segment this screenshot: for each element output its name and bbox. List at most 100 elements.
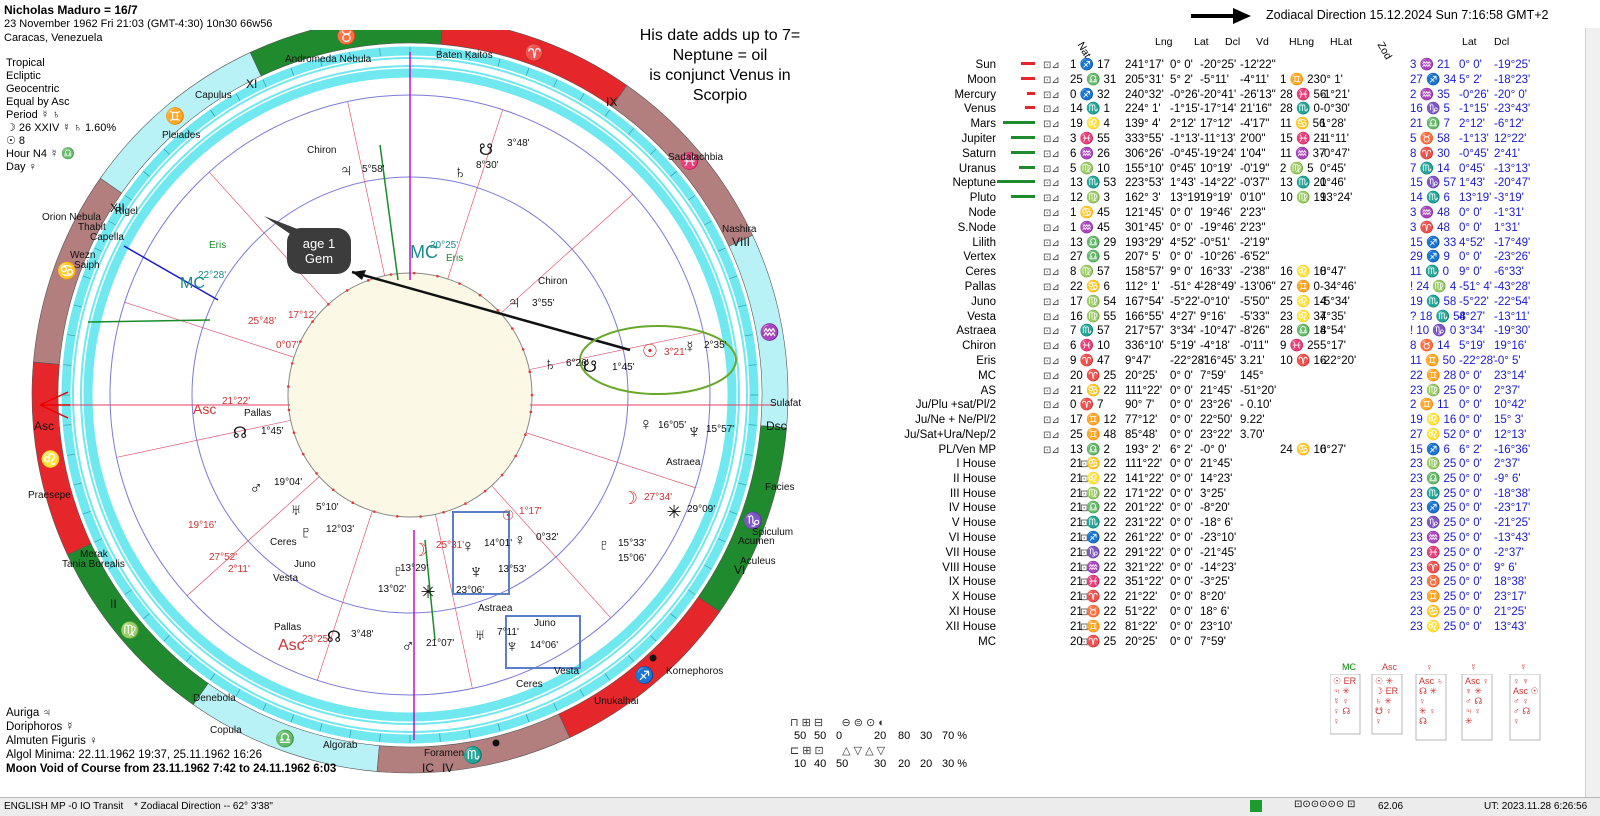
cell-nat: 13 ♎ 29 [1070,236,1117,249]
bottom-info: Auriga ♃ Doriphoros ☿ Almuten Figuris ♀ … [6,706,336,776]
house-row[interactable]: IV House ⊡ 21 ♎ 22 201°22' 0° 0' -8°20' 23 ♐ 2… [900,501,1600,516]
house-row[interactable]: V House ⊡ 21 ♏ 22 231°22' 0° 0' -18° 6' 23 ♑ 2… [900,516,1600,531]
planet-row[interactable]: Neptune ⊡⊿ 13 ♏ 53 223°53' 1°43' -14°22' -0'37… [900,176,1600,191]
planet-row[interactable]: Vertex ⊡⊿ 27 ♎ 5 207° 5' 0° 0' -10°26' -6'52" 2… [900,250,1600,265]
cell-zod: 23 ♒ 25 [1410,532,1457,544]
cell-zod: 7 ♏ 14 [1410,162,1450,175]
planet-row[interactable]: Ju/Plu +sat/Pl/2 ⊡⊿ 0 ♈ 7 90° 7' 0° 0' 23°26'… [900,398,1600,413]
table-header: Zod [1374,40,1395,62]
black-dot [492,739,500,747]
planet-row[interactable]: Uranus ⊡⊿ 5 ♍ 10 155°10' 0°45' 10°19' -0'19" 2 … [900,162,1600,177]
planet-row[interactable]: Eris ⊡⊿ 9 ♈ 47 9°47' -22°28' -16°45' 3.21' 10 ♈… [900,354,1600,369]
planet-row[interactable]: Mars ⊡⊿ 19 ♌ 4 139° 4' 2°12' 17°12' -4'17" 11 ♋… [900,117,1600,132]
row-name: Jupiter [961,133,996,145]
cell-dcl: -21°45' [1200,546,1237,559]
cell-lat: 0° 0' [1170,591,1193,604]
planet-row[interactable]: Juno ⊡⊿ 17 ♍ 54 167°54' -5°22' -0°10' -5'50" 25… [900,295,1600,310]
planet-glyph: ☊ [327,629,341,646]
cell-zod: 27 ♌ 52 [1410,429,1457,441]
planet-row[interactable]: Vesta ⊡⊿ 16 ♍ 55 166°55' 4°27' 9°16' -5'33" 23 … [900,310,1600,325]
degree-label: 14°06' [530,640,558,651]
table-header: Lat [1194,36,1209,48]
planet-glyph: ☽ [412,540,428,560]
cell-dcl: -8°20' [1200,502,1230,515]
cell-vd: -2'19" [1240,236,1270,249]
cell-zdcl: 10°42' [1494,399,1527,412]
planet-row[interactable]: Ju/Ne + Ne/Pl/2 ⊡⊿ 17 ♊ 12 77°12' 0° 0' 22°50… [900,413,1600,428]
house-row[interactable]: II House ⊡ 21 ♌ 22 141°22' 0° 0' 14°23' 23 ♎ 2… [900,472,1600,487]
planet-row[interactable]: Mercury ⊡⊿ 0 ♐ 32 240°32' -0°26' -20°41' -26'1… [900,88,1600,103]
stats-table: ⊓ ⊞ ⊟ ⊖ ⊜ ⊙ ◐ 50 50 0 20 80 30 70 % ⊏ ⊞ ⊡ △ ▽ … [790,716,967,772]
planet-glyph: ♀ [461,536,475,556]
house-row[interactable]: MC ⊡ 20 ♈ 25 20°25' 0° 0' 7°59' [900,635,1600,650]
status-toolbar-icons[interactable]: ⊡⊙⊙⊙⊙⊙ ⊡ [1294,799,1355,810]
cell-hlng: 2 ♍ 5 [1280,162,1314,175]
planet-row[interactable]: Node ⊡⊿ 1 ♋ 45 121°45' 0° 0' 19°46' 2'23" 3 ♒ 4… [900,206,1600,221]
cell-zlat: -1°13' [1459,133,1489,145]
info-line: Auriga ♃ [6,707,52,719]
degree-label: 27°52' [209,552,237,563]
planet-row[interactable]: Jupiter ⊡⊿ 3 ♓ 55 333°55' -1°13' -11°13' 2'00"… [900,132,1600,147]
cell-vd: 3.21' [1240,355,1265,367]
planet-row[interactable]: Sun ⊡⊿ 1 ♐ 17 241°17' 0° 0' -20°25' -12'22" 3 ♒… [900,58,1600,73]
house-row[interactable]: X House ⊡ 21 ♈ 22 21°22' 0° 0' 8°20' 23 ♊ 25 0°… [900,590,1600,605]
planet-row[interactable]: AS ⊡⊿ 21 ♋ 22 111°22' 0° 0' 21°45' -51°20' 23 ♍… [900,384,1600,399]
status-bar: ENGLISH MP -0 IO Transit * Zodiacal Dire… [0,797,1600,816]
chart-wheel[interactable]: ♈♓♒♑♐♏♎♍♌♋♊♉Baten KaitosAndromeda Nebula… [0,30,900,800]
planet-row[interactable]: PL/Ven MP ⊡⊿ 13 ♎ 2 193° 2' 6° 2' -0° 0' 24 ♋ … [900,443,1600,458]
table-header: HLng [1289,36,1315,48]
planet-row[interactable]: S.Node ⊡⊿ 1 ♒ 45 301°45' 0° 0' -19°46' 2'23" 3 … [900,221,1600,236]
inner-marker [351,501,355,505]
cell-vd: 2'00" [1240,133,1266,145]
planet-row[interactable]: Chiron ⊡⊿ 6 ♓ 10 336°10' 5°19' -4°18' -0'11" 9 … [900,339,1600,354]
inner-marker [511,327,514,330]
cell-zdcl: 21°25' [1494,606,1527,618]
cell-lat: 0° 0' [1170,502,1193,515]
cell-zdcl: -23°26' [1494,251,1531,264]
planet-row[interactable]: Ceres ⊡⊿ 8 ♍ 57 158°57' 9° 0' 16°33' -2'38" 16 … [900,265,1600,280]
degree-label: 13°02' [378,584,406,595]
cell-zlat: -0°26' [1459,88,1489,101]
house-row[interactable]: VII House ⊡ 21 ♑ 22 291°22' 0° 0' -21°45' 23 ♓… [900,546,1600,561]
aspect-box-icon: ⊡ [1080,577,1089,589]
planet-row[interactable]: Saturn ⊡⊿ 6 ♒ 26 306°26' -0°45' -19°24' 1'04" 1… [900,147,1600,162]
planet-row[interactable]: Lilith ⊡⊿ 13 ♎ 29 193°29' 4°52' -0°51' -2'19" 1… [900,236,1600,251]
house-row[interactable]: XII House ⊡ 21 ♊ 22 81°22' 0° 0' 23°10' 23 ♌ 2… [900,620,1600,635]
cell-dcl: 17°12' [1200,118,1233,131]
planet-row[interactable]: Venus ⊡⊿ 14 ♏ 1 224° 1' -1°15' -17°14' 21'16" 2… [900,102,1600,117]
inner-marker [478,293,482,297]
aspect-box-icon: ⊡⊿ [1043,178,1060,190]
cell-dcl: 21°45' [1200,458,1233,470]
planet-glyph: ♅ [474,627,486,644]
house-row[interactable]: VIII House ⊡ 21 ♒ 22 321°22' 0° 0' -14°23' 23 … [900,561,1600,576]
cell-dcl: -20°25' [1200,59,1237,71]
house-row[interactable]: I House ⊡ 21 ♋ 22 111°22' 0° 0' 21°45' 23 ♍ 25… [900,457,1600,472]
fixed-star-label: Pleiades [162,130,200,141]
house-row[interactable]: VI House ⊡ 21 ♐ 22 261°22' 0° 0' -23°10' 23 ♒ … [900,531,1600,546]
house-row[interactable]: III House ⊡ 21 ♍ 22 171°22' 0° 0' 3°25' 23 ♏ 2… [900,487,1600,502]
planet-row[interactable]: Ju/Sat+Ura/Nep/2 ⊡⊿ 25 ♊ 48 85°48' 0° 0' 23°2… [900,428,1600,443]
house-row[interactable]: XI House ⊡ 21 ♉ 22 51°22' 0° 0' 18° 6' 23 ♋ 25… [900,605,1600,620]
cell-dcl: -19°24' [1200,147,1237,160]
degree-label: 2°35' [704,340,727,351]
house-row[interactable]: IX House ⊡ 21 ♓ 22 351°22' 0° 0' -3°25' 23 ♉ 2… [900,575,1600,590]
cell-hlat: 1°28' [1320,118,1346,131]
planet-row[interactable]: MC ⊡⊿ 20 ♈ 25 20°25' 0° 0' 7°59' 145° 22 ♊ 28 0°… [900,369,1600,384]
planet-row[interactable]: Astraea ⊡⊿ 7 ♏ 57 217°57' 3°34' -10°47' -8'26"… [900,324,1600,339]
vertical-scrollbar[interactable] [1585,28,1600,797]
planet-row[interactable]: Pallas ⊡⊿ 22 ♋ 6 112° 1' -51° 4' -28°49' -13'0… [900,280,1600,295]
body-label: Pallas [244,408,271,419]
inner-marker [327,303,330,306]
planet-row[interactable]: Moon ⊡⊿ 25 ♎ 31 205°31' 5° 2' -5°11' -4°11' 1 ♊… [900,73,1600,88]
cell-zod: ! 24 ♍ 4 [1410,281,1457,293]
inner-marker [331,488,335,492]
cell-zlat: -0°45' [1459,147,1489,160]
cell-vd: 9.22' [1240,414,1265,427]
cell-lat: 0° 0' [1170,207,1193,219]
cell-nat: 0 ♈ 7 [1070,399,1104,412]
planet-row[interactable]: Pluto ⊡⊿ 12 ♍ 3 162° 3' 13°19' 19°19' 0'10" 10 … [900,191,1600,206]
row-name: Neptune [952,177,996,190]
cell-dcl: -17°14' [1200,103,1237,116]
cell-hlng: 28 ♎ 18 [1280,325,1327,338]
row-name: Node [968,207,997,219]
